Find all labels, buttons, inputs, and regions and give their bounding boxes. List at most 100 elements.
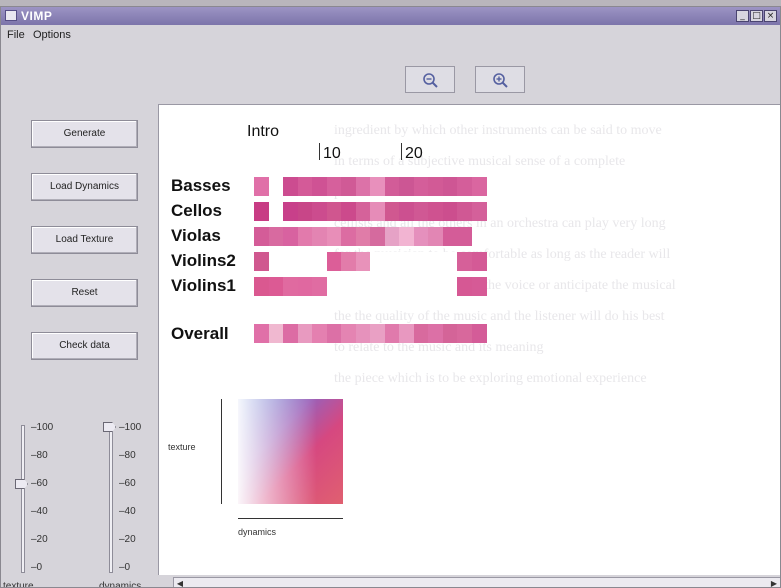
track-cell (370, 324, 385, 343)
track-cell (413, 177, 429, 196)
zoom-in-icon (493, 73, 508, 88)
reset-button[interactable]: Reset (31, 279, 138, 307)
track-cell (370, 202, 385, 221)
generate-button[interactable]: Generate (31, 120, 138, 148)
track-cell (283, 202, 298, 221)
track-cell (428, 202, 443, 221)
instrument-label-basses: Basses (171, 176, 231, 195)
track-cell (399, 252, 414, 271)
track-cell (341, 202, 356, 221)
color-legend (238, 399, 343, 504)
track-cell (399, 324, 414, 343)
track-cell (268, 277, 284, 296)
dynamics-tick-label: –20 (119, 534, 136, 545)
legend-texture-axis (221, 399, 222, 504)
background-text-line: the piece which is to be exploring emoti… (334, 371, 647, 386)
track-cell (413, 324, 429, 343)
track-cell (297, 177, 313, 196)
instrument-label-violins2: Violins2 (171, 251, 236, 270)
close-icon[interactable]: × (764, 10, 777, 22)
track-cell (370, 277, 385, 296)
texture-tick-label: –100 (31, 422, 54, 433)
track-cell (312, 177, 327, 196)
track-cell (312, 202, 327, 221)
track-cell (268, 324, 284, 343)
track-violins2[interactable] (254, 252, 487, 271)
track-cell (326, 177, 342, 196)
track-cell (457, 252, 472, 271)
track-cell (283, 324, 298, 343)
track-cell (442, 324, 458, 343)
track-violins1[interactable] (254, 277, 487, 296)
texture-tick-label: –60 (31, 478, 48, 489)
load-dynamics-button[interactable]: Load Dynamics (31, 173, 138, 201)
track-cell (297, 202, 313, 221)
zoom-out-button[interactable] (405, 66, 455, 93)
load-texture-button[interactable]: Load Texture (31, 226, 138, 254)
track-cell (384, 252, 400, 271)
zoom-in-button[interactable] (475, 66, 525, 93)
dynamics-tick-label: –80 (119, 450, 136, 461)
track-cell (355, 324, 371, 343)
track-cell (254, 227, 269, 246)
maximize-icon[interactable]: □ (750, 10, 763, 22)
track-overall[interactable] (254, 324, 487, 343)
track-cell (413, 227, 429, 246)
texture-slider[interactable] (21, 425, 25, 573)
track-cell (268, 202, 284, 221)
track-cell (326, 277, 342, 296)
dynamics-tick-label: –100 (119, 422, 142, 433)
track-cell (254, 202, 269, 221)
dynamics-slider[interactable] (109, 425, 113, 573)
menu-options[interactable]: Options (33, 29, 71, 41)
scroll-left-icon[interactable]: ◀ (174, 578, 186, 587)
legend-dynamics-axis (238, 518, 343, 519)
track-cell (399, 202, 414, 221)
texture-slider-label: texture (3, 581, 34, 588)
bar-tick-10: 10 (319, 143, 341, 163)
minimize-icon[interactable]: _ (736, 10, 749, 22)
track-cell (428, 324, 443, 343)
track-cell (413, 202, 429, 221)
bar-tick-20: 20 (401, 143, 423, 163)
texture-slider-thumb[interactable] (15, 479, 28, 489)
track-cellos[interactable] (254, 202, 487, 221)
track-cell (297, 324, 313, 343)
track-cell (355, 177, 371, 196)
track-cell (283, 227, 298, 246)
instrument-label-overall: Overall (171, 324, 229, 343)
zoom-out-icon (423, 73, 438, 88)
track-basses[interactable] (254, 177, 487, 196)
app-icon (5, 10, 17, 21)
track-cell (297, 227, 313, 246)
track-cell (399, 177, 414, 196)
scroll-right-icon[interactable]: ▶ (768, 578, 780, 587)
track-cell (471, 252, 487, 271)
track-cell (370, 177, 385, 196)
instrument-label-violas: Violas (171, 226, 221, 245)
track-cell (254, 277, 269, 296)
track-violas[interactable] (254, 227, 487, 246)
legend-texture-label: texture (168, 442, 196, 452)
track-cell (399, 277, 414, 296)
track-cell (471, 202, 487, 221)
track-cell (457, 202, 472, 221)
texture-tick-label: –0 (31, 562, 43, 573)
track-cell (326, 252, 342, 271)
score-canvas[interactable]: ingredient by which other instruments ca… (158, 104, 780, 575)
track-cell (355, 252, 371, 271)
track-cell (283, 277, 298, 296)
track-cell (283, 177, 298, 196)
horizontal-scrollbar[interactable]: ◀ ▶ (173, 577, 780, 587)
track-cell (254, 324, 269, 343)
track-cell (442, 177, 458, 196)
check-data-button[interactable]: Check data (31, 332, 138, 360)
dynamics-tick-label: –60 (119, 478, 136, 489)
track-cell (297, 252, 313, 271)
window-title: VIMP (21, 9, 53, 23)
legend-dynamics-label: dynamics (238, 527, 277, 537)
track-cell (384, 177, 400, 196)
menu-file[interactable]: File (7, 29, 25, 41)
texture-tick-label: –20 (31, 534, 48, 545)
dynamics-slider-thumb[interactable] (103, 422, 116, 432)
